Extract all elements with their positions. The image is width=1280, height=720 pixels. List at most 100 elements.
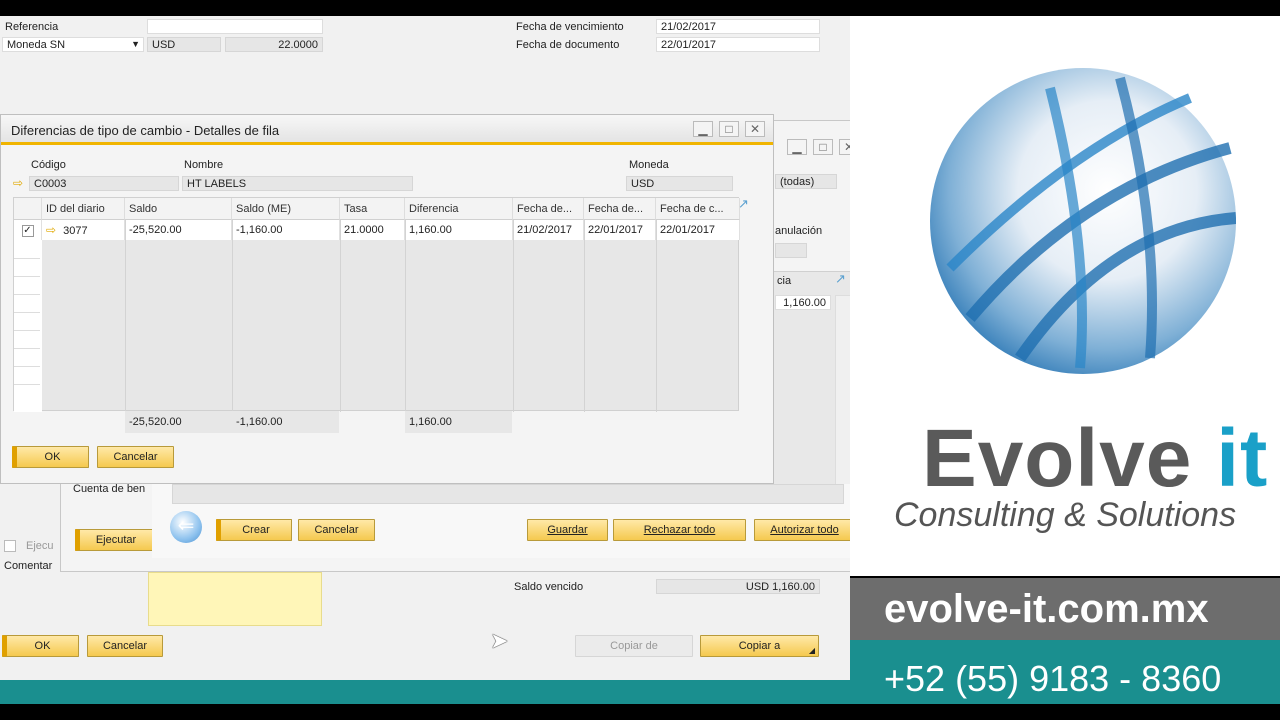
- dropdown-corner-icon: ◢: [808, 646, 815, 655]
- referencia-label: Referencia: [5, 21, 59, 33]
- back-arrow-icon[interactable]: ⇐: [170, 511, 202, 543]
- cell-fecha-2: 22/01/2017: [584, 220, 656, 240]
- cell-tasa: 21.0000: [340, 220, 405, 240]
- copiar-de-button[interactable]: Copiar de: [575, 635, 693, 657]
- col-divider: [405, 220, 406, 412]
- col-header-saldo[interactable]: Saldo: [125, 198, 232, 220]
- ejecutar-check-label: Ejecu: [26, 540, 54, 552]
- fecha-venc-field[interactable]: 21/02/2017: [656, 19, 820, 34]
- row-id-value: 3077: [63, 225, 88, 237]
- moneda-field[interactable]: USD: [626, 176, 733, 191]
- rate-field[interactable]: 22.0000: [225, 37, 323, 52]
- cell-fecha-3: 22/01/2017: [656, 220, 740, 240]
- nombre-label: Nombre: [184, 159, 224, 171]
- fecha-doc-field[interactable]: 22/01/2017: [656, 37, 820, 52]
- dialog-title: Diferencias de tipo de cambio - Detalles…: [11, 123, 280, 138]
- dialog-ok-button[interactable]: OK: [12, 446, 89, 468]
- cuenta-label: Cuenta de ben: [73, 483, 146, 495]
- row-checkbox[interactable]: ✓: [14, 220, 42, 240]
- cancel-button[interactable]: Cancelar: [87, 635, 163, 657]
- col-header-diferencia[interactable]: Diferencia: [405, 198, 513, 220]
- anulacion-label: anulación: [775, 225, 823, 237]
- ejecutar-button[interactable]: Ejecutar: [75, 529, 153, 551]
- row-divider: [14, 312, 40, 313]
- autorizar-todo-button[interactable]: Autorizar todo: [754, 519, 855, 541]
- cancelar-button[interactable]: Cancelar: [298, 519, 375, 541]
- totals-diferencia: 1,160.00: [405, 411, 512, 433]
- maximize-icon[interactable]: □: [813, 139, 833, 155]
- cell-saldo: -25,520.00: [125, 220, 232, 240]
- top-black-bar: [0, 0, 1280, 16]
- approval-toolbar-panel: ⇐ Crear Cancelar Guardar Rechazar todo A…: [152, 484, 870, 558]
- close-icon[interactable]: ✕: [745, 121, 765, 137]
- col-divider: [340, 220, 341, 412]
- value-cell: 1,160.00: [775, 295, 831, 310]
- row-divider: [14, 294, 40, 295]
- row-divider: [14, 384, 40, 385]
- col-header-id[interactable]: ID del diario: [42, 198, 125, 220]
- scrollbar[interactable]: [835, 295, 851, 501]
- bottom-grid-row: [172, 484, 844, 504]
- codigo-label: Código: [31, 159, 66, 171]
- expand-icon[interactable]: ↗: [835, 271, 846, 287]
- row-divider: [14, 330, 40, 331]
- globe-lines: [946, 76, 1237, 369]
- nombre-field[interactable]: HT LABELS: [182, 176, 413, 191]
- row-divider: [14, 258, 40, 259]
- website-url: evolve-it.com.mx: [884, 587, 1209, 631]
- dialog-titlebar: Diferencias de tipo de cambio - Detalles…: [1, 115, 773, 145]
- row-divider: [14, 348, 40, 349]
- cell-saldo-me: -1,160.00: [232, 220, 340, 240]
- phone-number: +52 (55) 9183 - 8360: [884, 658, 1222, 699]
- referencia-field[interactable]: [147, 19, 323, 34]
- comentarios-textarea[interactable]: [148, 572, 322, 626]
- crear-button[interactable]: Crear: [216, 519, 292, 541]
- col-divider: [584, 220, 585, 412]
- anulacion-field[interactable]: [775, 243, 807, 258]
- phone-band: +52 (55) 9183 - 8360: [850, 640, 1280, 704]
- row-divider: [14, 276, 40, 277]
- col-header-tasa[interactable]: Tasa: [340, 198, 405, 220]
- brand-tagline: Consulting & Solutions: [894, 496, 1237, 534]
- dialog-cancel-button[interactable]: Cancelar: [97, 446, 174, 468]
- total-saldo-value: -25,520.00: [129, 416, 182, 428]
- col-header-fecha-3[interactable]: Fecha de c...: [656, 198, 740, 220]
- minimize-icon[interactable]: ▁: [787, 139, 807, 155]
- guardar-button[interactable]: Guardar: [527, 519, 608, 541]
- ok-button[interactable]: OK: [2, 635, 79, 657]
- minimize-icon[interactable]: ▁: [693, 121, 713, 137]
- comentarios-label: Comentar: [4, 560, 53, 572]
- table-row-id[interactable]: ⇨ 3077: [42, 220, 125, 240]
- maximize-icon[interactable]: □: [719, 121, 739, 137]
- col-header-saldo-me[interactable]: Saldo (ME): [232, 198, 340, 220]
- col-header-fecha-1[interactable]: Fecha de...: [513, 198, 584, 220]
- expand-icon[interactable]: ↗: [738, 196, 749, 212]
- ejecutar-checkbox[interactable]: [4, 540, 16, 552]
- link-arrow-icon[interactable]: ⇨: [13, 176, 23, 190]
- fecha-venc-label: Fecha de vencimiento: [516, 21, 624, 33]
- fecha-doc-label: Fecha de documento: [516, 39, 620, 51]
- col-divider: [125, 220, 126, 412]
- cell-diferencia: 1,160.00: [405, 220, 513, 240]
- row-selector-column: [14, 240, 42, 412]
- brand-name: Evolve it: [922, 412, 1268, 506]
- moneda-sn-value: Moneda SN: [7, 39, 66, 51]
- url-band: evolve-it.com.mx: [850, 578, 1280, 640]
- col-divider: [656, 220, 657, 412]
- teal-footer-strip: [0, 680, 850, 704]
- copiar-a-button[interactable]: Copiar a ◢: [700, 635, 819, 657]
- chevron-down-icon: ▼: [131, 39, 140, 49]
- codigo-field[interactable]: C0003: [29, 176, 179, 191]
- currency-field[interactable]: USD: [147, 37, 221, 52]
- link-arrow-icon[interactable]: ⇨: [46, 223, 56, 237]
- globe-logo-icon: [930, 68, 1237, 374]
- todas-select[interactable]: (todas): [775, 174, 837, 189]
- mouse-cursor-icon: ➤: [490, 628, 509, 653]
- col-header-fecha-2[interactable]: Fecha de...: [584, 198, 656, 220]
- moneda-sn-select[interactable]: Moneda SN ▼: [2, 37, 144, 52]
- details-grid: ID del diario Saldo Saldo (ME) Tasa Dife…: [13, 196, 749, 412]
- col-divider: [232, 220, 233, 412]
- brand-name-accent: it: [1216, 413, 1269, 504]
- copiar-a-label: Copiar a: [738, 640, 781, 652]
- rechazar-todo-button[interactable]: Rechazar todo: [613, 519, 746, 541]
